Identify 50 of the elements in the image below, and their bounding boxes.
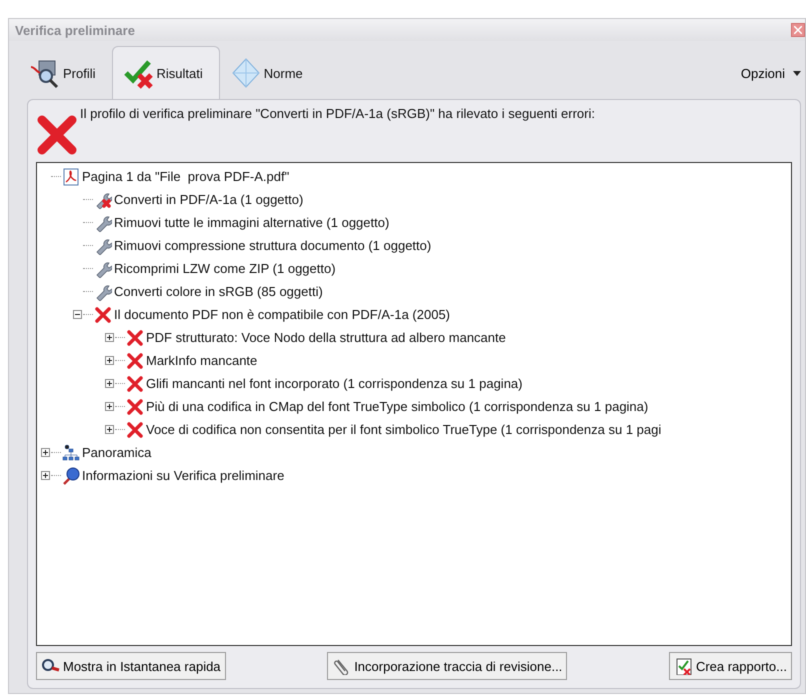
expander-icon[interactable] bbox=[105, 425, 114, 434]
options-menu[interactable]: Opzioni bbox=[740, 66, 805, 81]
error-icon bbox=[126, 352, 144, 370]
wrench-icon bbox=[94, 214, 112, 232]
wrench-icon bbox=[94, 260, 112, 278]
wrench-icon bbox=[94, 236, 112, 254]
wrench-icon bbox=[94, 282, 112, 300]
error-icon bbox=[94, 306, 112, 324]
tree-item[interactable]: MarkInfo mancante bbox=[146, 353, 258, 368]
error-icon bbox=[126, 420, 144, 438]
expander-icon[interactable] bbox=[105, 356, 114, 365]
tree-item[interactable]: Ricomprimi LZW come ZIP (1 oggetto) bbox=[114, 261, 336, 276]
error-icon bbox=[126, 328, 144, 346]
tree-item[interactable]: PDF strutturato: Voce Nodo della struttura ad albero mancante bbox=[146, 330, 506, 345]
wrench-error-icon bbox=[94, 190, 112, 208]
tree-item[interactable]: Voce di codifica non consentita per il font simbolico TrueType (1 corrispondenza su 1 pagi bbox=[146, 422, 662, 437]
action-button[interactable]: Mostra in Istantanea rapida bbox=[36, 652, 226, 680]
error-icon bbox=[126, 398, 144, 416]
window-title: Verifica preliminare bbox=[15, 22, 135, 38]
tree-item[interactable]: Glifi mancanti nel font incorporato (1 corrispondenza su 1 pagina) bbox=[146, 376, 522, 391]
pdf-icon bbox=[62, 168, 80, 186]
close-button[interactable] bbox=[791, 23, 805, 37]
diamond-icon bbox=[230, 57, 262, 89]
error-icon bbox=[36, 114, 78, 156]
tab[interactable]: Risultati bbox=[112, 46, 220, 99]
tree-item[interactable]: Rimuovi tutte le immagini alternative (1 oggetto) bbox=[114, 215, 390, 230]
dropdown-caret-icon bbox=[793, 71, 801, 76]
tree-item[interactable]: Pagina 1 da "File prova PDF-A.pdf" bbox=[82, 169, 290, 184]
action-button[interactable]: Crea rapporto... bbox=[668, 652, 792, 680]
action-button[interactable]: Incorporazione traccia di revisione... bbox=[327, 652, 568, 680]
expander-icon[interactable] bbox=[105, 402, 114, 411]
error-message: Il profilo di verifica preliminare "Converti in PDF/A-1a (sRGB)" ha rilevato i seguenti errori: bbox=[80, 106, 595, 121]
expander-icon[interactable] bbox=[41, 448, 50, 457]
tree-item[interactable]: Converti colore in sRGB (85 oggetti) bbox=[114, 284, 323, 299]
tree-item[interactable]: Informazioni su Verifica preliminare bbox=[82, 468, 284, 483]
tree-item[interactable]: Il documento PDF non è compatibile con PDF/A-1a (2005) bbox=[114, 307, 450, 322]
tab[interactable]: Profili bbox=[19, 51, 112, 95]
expander-icon[interactable] bbox=[105, 379, 114, 388]
clipboard-check-icon bbox=[674, 657, 694, 675]
tree-item[interactable]: Rimuovi compressione struttura documento (1 oggetto) bbox=[114, 238, 432, 253]
hierarchy-icon bbox=[62, 444, 80, 462]
expander-icon[interactable] bbox=[73, 310, 82, 319]
tree-item[interactable]: Panoramica bbox=[82, 445, 152, 460]
tree-item[interactable]: Converti in PDF/A-1a (1 oggetto) bbox=[114, 192, 304, 207]
expander-icon[interactable] bbox=[41, 471, 50, 480]
tab[interactable]: Norme bbox=[220, 51, 319, 95]
preflight-icon bbox=[62, 466, 80, 484]
expander-icon[interactable] bbox=[105, 333, 114, 342]
tree-item[interactable]: Più di una codifica in CMap del font TrueType simbolico (1 corrispondenza su 1 pagina) bbox=[146, 399, 648, 414]
error-icon bbox=[126, 374, 144, 392]
